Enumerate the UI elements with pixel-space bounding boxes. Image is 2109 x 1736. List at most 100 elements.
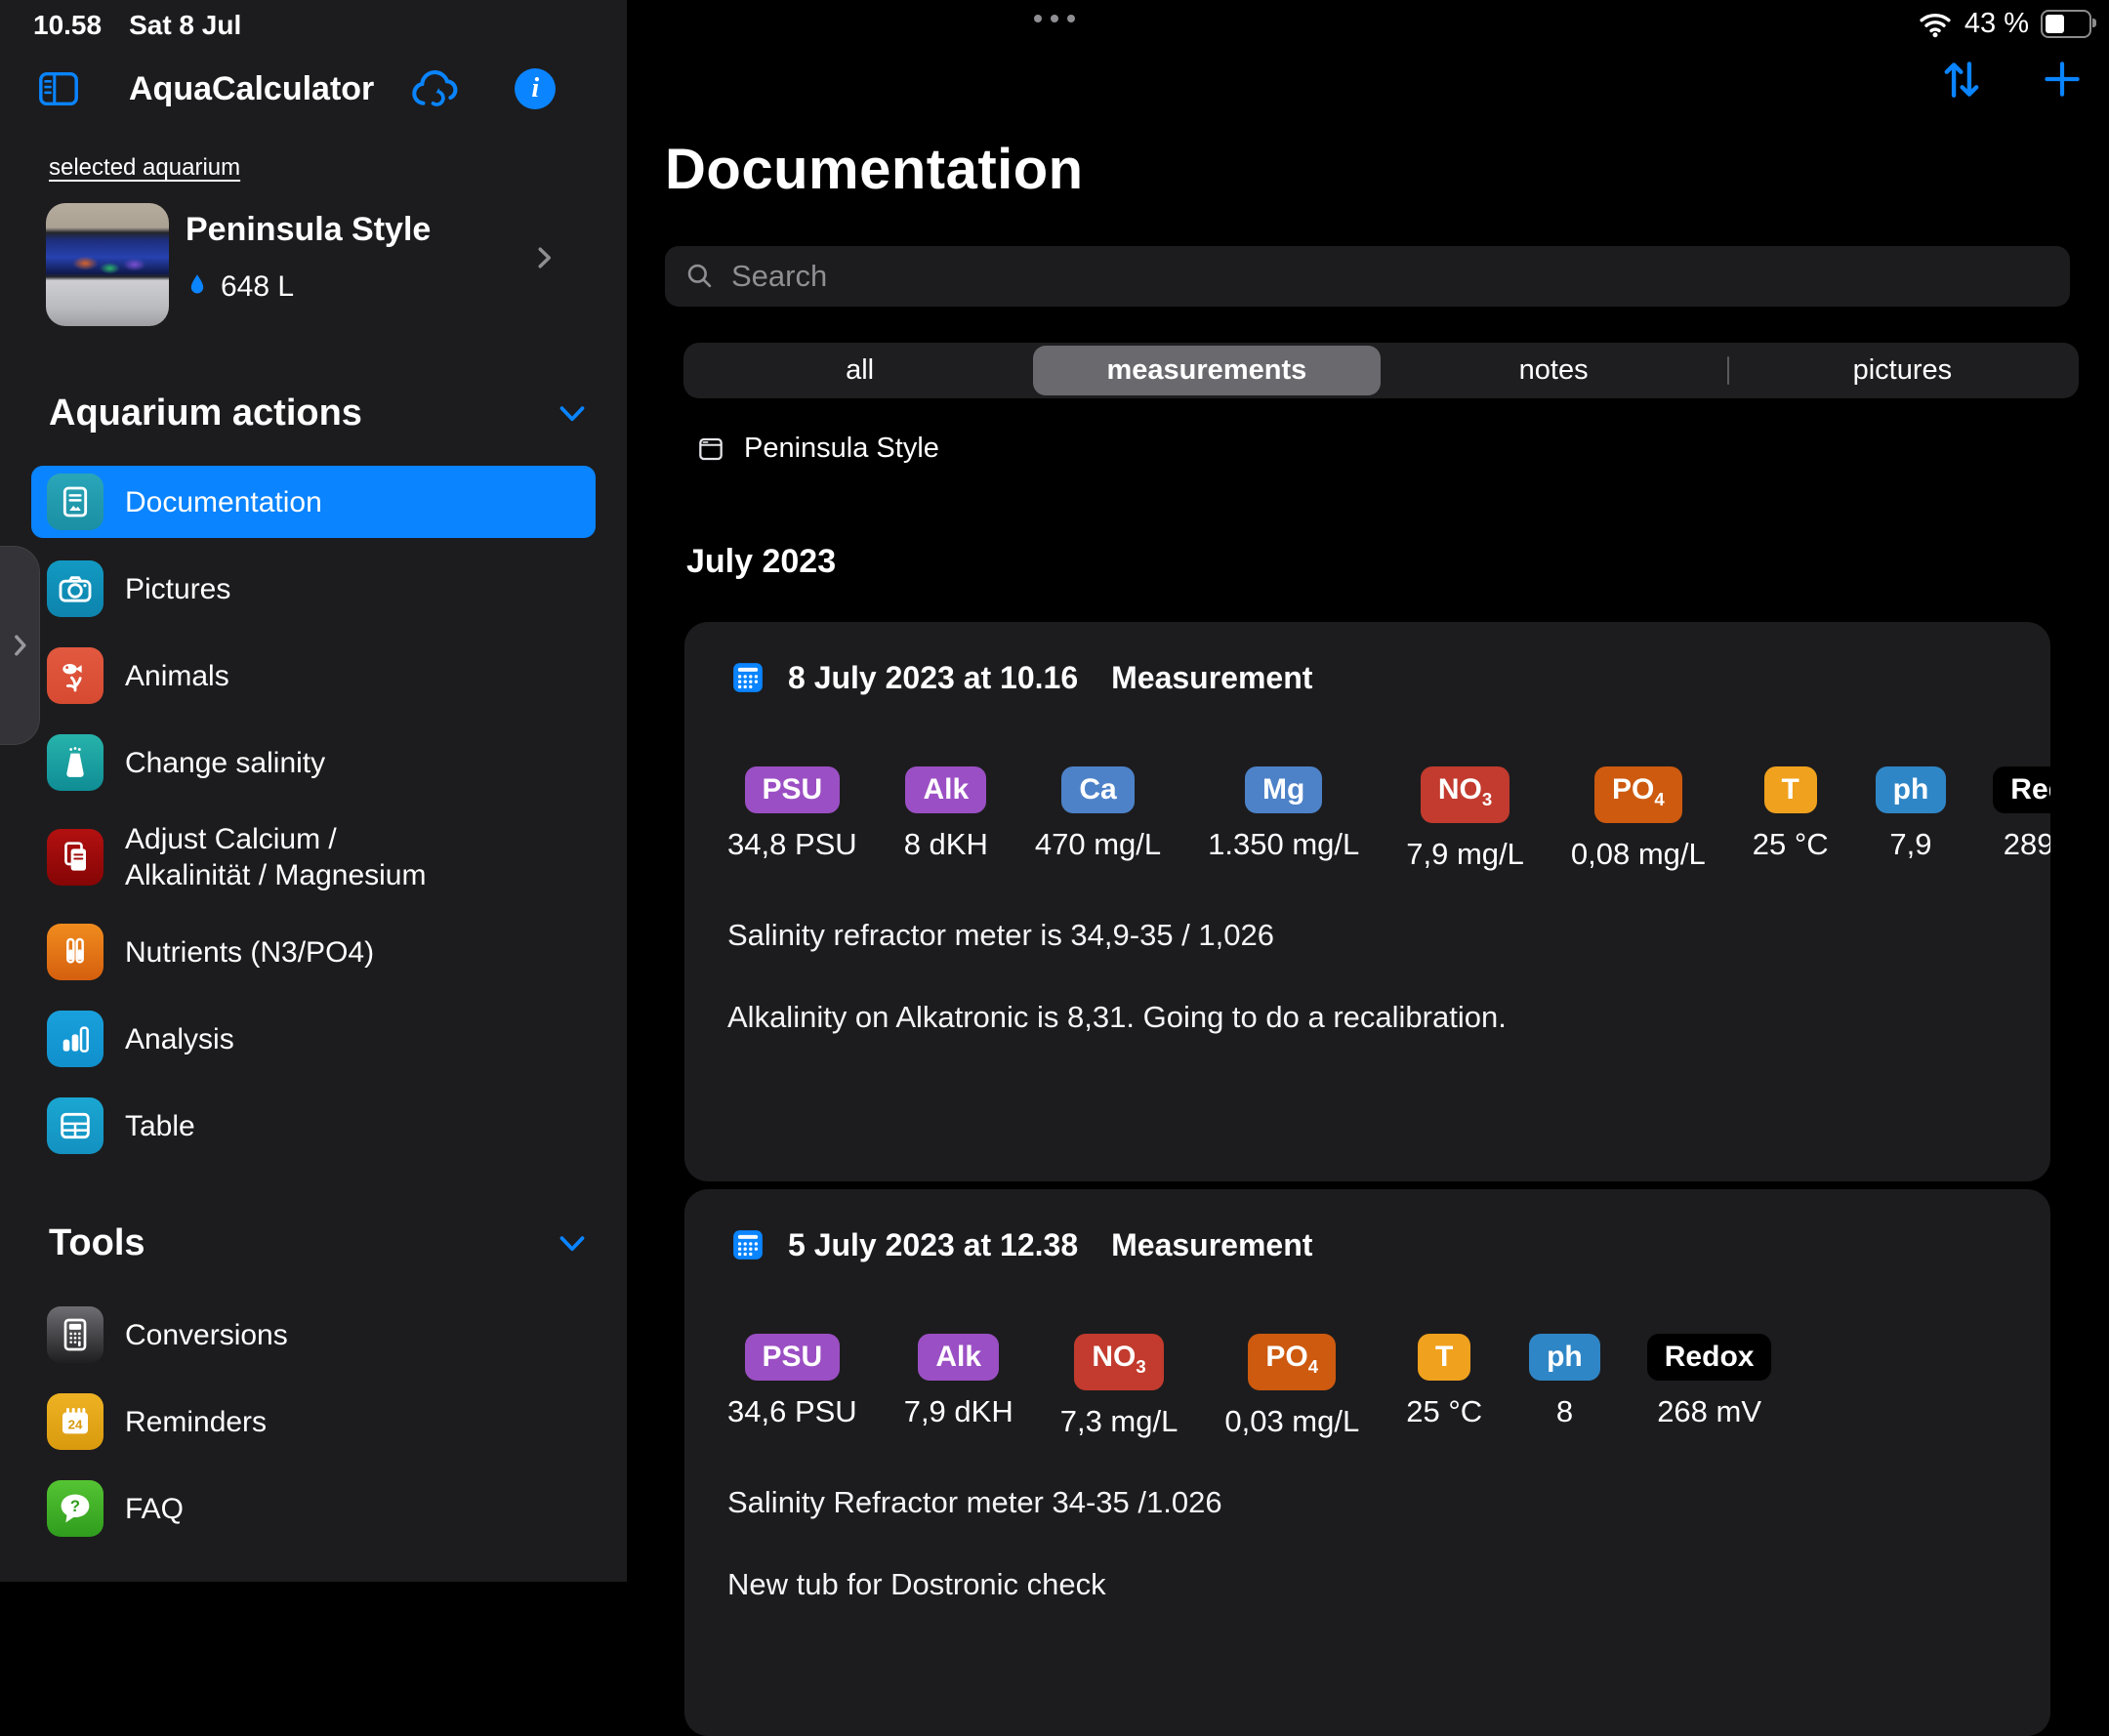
scope-aquarium-name: Peninsula Style <box>744 433 939 465</box>
salinity-icon <box>47 734 103 791</box>
parameter-pill: PO4 <box>1594 766 1682 823</box>
sidebar-item-analysis[interactable]: Analysis <box>31 1003 596 1075</box>
measurement-ph: ph 8 <box>1529 1334 1600 1429</box>
aquarium-actions-menu: Documentation Pictures Animals Change salin… <box>31 466 596 1162</box>
measurement-t: T25 °C <box>1406 1334 1482 1429</box>
screen: { "status_bar": { "time": "10.58", "date… <box>0 0 2109 1582</box>
parameter-pill: Ca <box>1061 766 1134 813</box>
measurement-redox: Redox289 mV <box>1993 766 2050 862</box>
section-header-aquarium-actions[interactable]: Aquarium actions <box>49 393 586 434</box>
sidebar-header: AquaCalculator i <box>33 61 601 117</box>
parameter-value: 25 °C <box>1753 827 1829 862</box>
card-header: 8 July 2023 at 10.16Measurement <box>727 657 2007 698</box>
parameter-value: 34,6 PSU <box>727 1394 857 1429</box>
analysis-icon <box>47 1011 103 1067</box>
measurement-no3: NO3 7,3 mg/L <box>1060 1334 1179 1439</box>
search-input[interactable] <box>729 258 2050 295</box>
battery-percent: 43 % <box>1964 8 2029 40</box>
section-title: Tools <box>49 1222 145 1264</box>
sidebar-item-reminders[interactable]: 24Reminders <box>31 1385 596 1458</box>
aquarium-photo <box>46 203 169 326</box>
animals-icon <box>47 647 103 704</box>
search-icon <box>684 261 716 292</box>
sidebar: 10.58 Sat 8 Jul AquaCalculator i selecte… <box>0 0 627 1582</box>
search-bar[interactable] <box>665 246 2070 307</box>
measurement-psu: PSU34,6 PSU <box>727 1334 857 1429</box>
multitasking-indicator[interactable] <box>1034 15 1075 22</box>
card-header: 5 July 2023 at 12.38 Measurement <box>727 1224 2007 1265</box>
status-time: 10.58 <box>33 10 102 41</box>
parameter-value: 0,08 mg/L <box>1571 837 1706 872</box>
sidebar-item-label: Documentation <box>125 484 322 520</box>
status-bar-right: 43 % <box>1918 8 2091 40</box>
parameter-pill: NO3 <box>1074 1334 1163 1390</box>
sidebar-item-change-salinity[interactable]: Change salinity <box>31 726 596 799</box>
measurement-ph: ph7,9 <box>1876 766 1947 862</box>
tab-notes[interactable]: notes <box>1381 346 1727 395</box>
sidebar-item-pictures[interactable]: Pictures <box>31 553 596 625</box>
measurement-alk: Alk8 dKH <box>904 766 988 862</box>
sidebar-item-documentation[interactable]: Documentation <box>31 466 596 538</box>
camera-icon <box>47 560 103 617</box>
slideover-handle[interactable] <box>0 547 39 744</box>
water-drop-icon <box>186 271 209 303</box>
tab-pictures[interactable]: pictures <box>1729 346 2076 395</box>
faq-icon: ? <box>47 1480 103 1537</box>
info-icon[interactable]: i <box>515 68 556 109</box>
parameter-pill: ph <box>1876 766 1947 813</box>
parameter-value: 7,9 dKH <box>904 1394 1013 1429</box>
measurement-card[interactable]: 8 July 2023 at 10.16Measurement PSU 34,8 P… <box>684 622 2050 1181</box>
tab-measurements[interactable]: measurements <box>1033 346 1380 395</box>
cloud-sync-icon[interactable] <box>407 67 462 110</box>
parameter-value: 7,3 mg/L <box>1060 1404 1179 1439</box>
parameter-pill: ph <box>1529 1334 1600 1381</box>
parameter-value: 34,8 PSU <box>727 827 857 862</box>
entry-kind: Measurement <box>1111 1227 1312 1263</box>
measurement-t: T 25 °C <box>1753 766 1829 862</box>
parameter-pill: NO3 <box>1421 766 1509 823</box>
chevron-down-icon[interactable] <box>558 1235 586 1253</box>
chevron-down-icon[interactable] <box>558 405 586 423</box>
app-title: AquaCalculator <box>129 70 374 108</box>
add-entry-icon[interactable] <box>2039 56 2086 103</box>
parameter-pill: PSU <box>745 766 841 813</box>
table-icon <box>47 1097 103 1154</box>
measurement-psu: PSU 34,8 PSU <box>727 766 857 862</box>
measurement-badges: PSU34,8 PSUAlk8 dKHCa470 mg/LMg1.350 mg/… <box>727 766 2007 872</box>
measurement-alk: Alk7,9 dKH <box>904 1334 1013 1429</box>
aquarium-volume-row: 648 L <box>186 270 431 304</box>
measurement-card[interactable]: 5 July 2023 at 12.38 Measurement PSU34,6 P… <box>684 1189 2050 1736</box>
sort-icon[interactable] <box>1937 55 1986 103</box>
svg-text:?: ? <box>70 1497 80 1515</box>
sidebar-item-faq[interactable]: ?FAQ <box>31 1472 596 1545</box>
parameter-value: 8 <box>1556 1394 1573 1429</box>
measurement-ca: Ca470 mg/L <box>1035 766 1161 862</box>
sidebar-item-label: Analysis <box>125 1021 234 1057</box>
entry-note: New tub for Dostronic check <box>727 1566 2007 1603</box>
sidebar-item-table[interactable]: Table <box>31 1090 596 1162</box>
measurement-redox: Redox268 mV <box>1647 1334 1772 1429</box>
parameter-pill: T <box>1418 1334 1470 1381</box>
wifi-icon <box>1918 11 1953 38</box>
parameter-pill: Mg <box>1245 766 1322 813</box>
sidebar-item-animals[interactable]: Animals <box>31 640 596 712</box>
parameter-value: 268 mV <box>1657 1394 1761 1429</box>
entry-timestamp: 5 July 2023 at 12.38 <box>788 1227 1078 1263</box>
parameter-pill: T <box>1764 766 1817 813</box>
entry-kind: Measurement <box>1111 660 1312 696</box>
sidebar-item-label: Change salinity <box>125 745 325 781</box>
tab-all[interactable]: all <box>686 346 1033 395</box>
section-header-tools[interactable]: Tools <box>49 1222 586 1264</box>
svg-text:24: 24 <box>68 1417 83 1431</box>
entries-timeline: 8 July 2023 at 10.16Measurement PSU 34,8 P… <box>684 622 2050 1736</box>
selected-aquarium-row[interactable]: Peninsula Style 648 L <box>46 203 598 326</box>
sidebar-item-adjust-calcium[interactable]: Adjust Calcium / Alkalinität / Magnesium <box>31 813 596 901</box>
sidebar-item-nutrients-n3-po4[interactable]: Nutrients (N3/PO4) <box>31 916 596 988</box>
measurement-badges: PSU34,6 PSUAlk7,9 dKHNO37,3 mg/LPO40,03 … <box>727 1334 2007 1439</box>
parameter-pill: Redox <box>1993 766 2050 813</box>
chevron-right-icon <box>5 626 34 665</box>
sidebar-toggle-icon[interactable] <box>33 66 84 111</box>
sidebar-item-conversions[interactable]: Conversions <box>31 1299 596 1371</box>
parameter-pill: Alk <box>905 766 986 813</box>
sidebar-item-label: Adjust Calcium / Alkalinität / Magnesium <box>125 821 426 893</box>
